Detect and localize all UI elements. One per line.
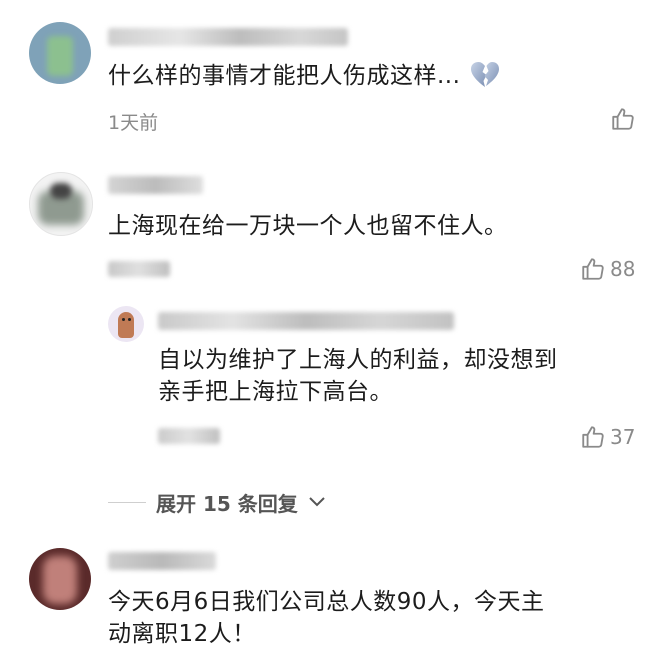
avatar[interactable] [29,548,91,610]
thumbs-up-icon [580,256,606,282]
avatar[interactable] [29,172,93,236]
comment-text: 上海现在给一万块一个人也留不住人。 [108,213,508,239]
like-button[interactable]: 37 [580,424,635,450]
thumbs-up-icon [580,424,606,450]
username-blurred[interactable] [108,552,216,570]
comment-time-blurred [108,261,170,277]
like-count: 88 [610,257,636,281]
like-button[interactable] [610,106,636,132]
comment-time: 1天前 [108,112,159,134]
reply-time-blurred [158,428,220,444]
like-button[interactable]: 88 [580,256,635,282]
expand-replies-label: 展开 15 条回复 [156,492,298,516]
thumbs-up-icon [610,106,636,132]
like-count: 37 [610,425,636,449]
broken-heart-icon [470,61,500,98]
username-blurred[interactable] [108,28,348,46]
reply-text: 自以为维护了上海人的利益，却没想到 亲手把上海拉下高台。 [158,347,558,405]
divider-line [108,502,146,503]
username-blurred[interactable] [108,176,203,194]
avatar[interactable] [108,306,144,342]
username-blurred[interactable] [158,312,454,330]
chevron-down-icon [308,493,326,512]
avatar[interactable] [29,22,91,84]
expand-replies-button[interactable]: 展开 15 条回复 [108,488,326,517]
comment-text: 什么样的事情才能把人伤成这样... [108,60,500,98]
comment-text: 今天6月6日我们公司总人数90人，今天主 动离职12人！ [108,589,545,647]
